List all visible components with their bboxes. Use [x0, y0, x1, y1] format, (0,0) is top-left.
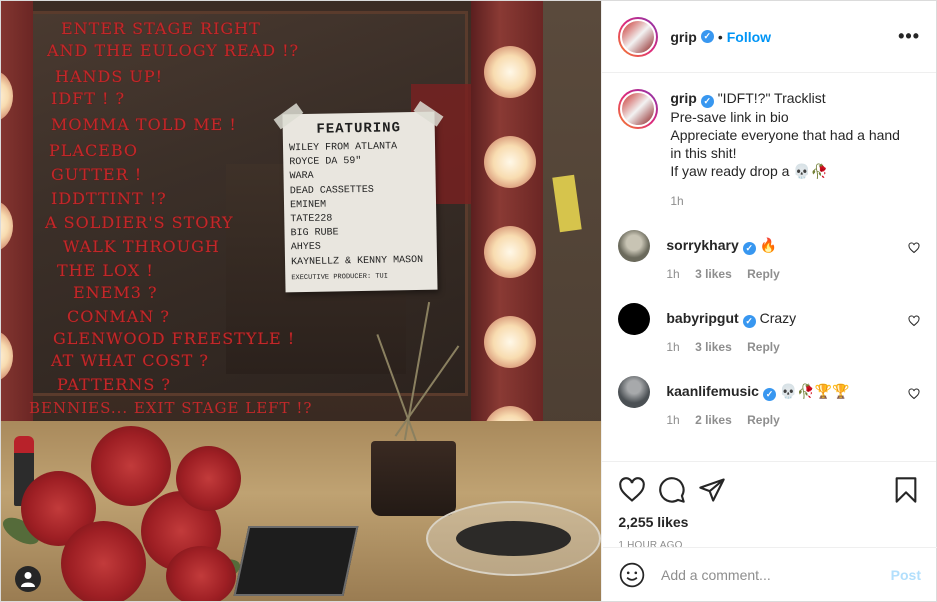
plant-pot [371, 441, 456, 516]
track-title: ENTER STAGE RIGHT [61, 19, 261, 38]
vanity-bulb [484, 46, 536, 98]
executive-producer: EXECUTIVE PRODUCER: TUI [291, 272, 388, 283]
user-icon [21, 572, 35, 587]
exit-text: BENNIES... EXIT STAGE LEFT !? [29, 399, 313, 417]
more-dots-icon[interactable]: ••• [898, 26, 920, 47]
verified-badge-icon: ✓ [700, 30, 714, 43]
vanity-bulb [484, 136, 536, 188]
caption-time[interactable]: 1h [670, 192, 900, 210]
verified-badge-icon: ✓ [762, 388, 776, 401]
comment-text: 💀🥀🏆🏆 [779, 383, 850, 399]
post-image[interactable]: ENTER STAGE RIGHT AND THE EULOGY READ !?… [1, 1, 602, 601]
rose [166, 546, 236, 601]
track-title: HANDS UP! [55, 67, 164, 86]
comment-likes[interactable]: 2 likes [695, 413, 732, 427]
rose [61, 521, 146, 601]
comment-text: 🔥 [759, 237, 778, 253]
featured-artist: KAYNELLZ & KENNY MASON [290, 254, 424, 268]
vanity-bulb [484, 226, 536, 278]
rose [176, 446, 241, 511]
caption-line: Appreciate everyone that had a hand [670, 127, 900, 143]
track-title: MOMMA TOLD ME ! [51, 115, 237, 134]
caption-line: "IDFT!?" Tracklist [717, 90, 826, 106]
verified-badge-icon: ✓ [742, 242, 756, 255]
featuring-sheet: FEATURING WILEY FROM ATLANTA ROYCE DA 59… [273, 100, 444, 293]
caption-username[interactable]: grip [670, 90, 696, 106]
emoji-smiley-icon[interactable] [619, 562, 645, 588]
reply-button[interactable]: Reply [747, 267, 780, 281]
share-paper-plane-icon[interactable] [698, 476, 726, 504]
post-viewer: ENTER STAGE RIGHT AND THE EULOGY READ !?… [0, 0, 937, 602]
track-title: PLACEBO [49, 141, 139, 160]
comment-bubble-icon[interactable] [658, 476, 686, 504]
caption-line: If yaw ready drop a 💀🥀 [670, 163, 829, 179]
commenter-username[interactable]: babyripgut [666, 310, 738, 326]
track-title: GLENWOOD FREESTYLE ! [53, 329, 296, 348]
save-bookmark-icon[interactable] [892, 476, 920, 504]
verified-badge-icon: ✓ [742, 315, 756, 328]
track-title: PATTERNS ? [57, 375, 171, 394]
commenter-avatar[interactable] [618, 376, 651, 408]
post-comment-button[interactable]: Post [891, 567, 921, 583]
book [233, 526, 359, 596]
comment-input[interactable]: Add a comment... [661, 567, 771, 583]
follow-button[interactable]: Follow [727, 29, 771, 45]
commenter-username[interactable]: sorrykhary [666, 237, 738, 253]
tagged-users-button[interactable] [15, 566, 41, 592]
comment-time[interactable]: 1h [666, 340, 679, 354]
comments-list[interactable]: grip ✓ "IDFT!?" Tracklist Pre-save link i… [602, 73, 936, 461]
caption-line: in this shit! [670, 145, 737, 161]
track-title: CONMAN ? [67, 307, 170, 326]
track-title: WALK THROUGH [63, 237, 220, 256]
commenter-username[interactable]: kaanlifemusic [666, 383, 759, 399]
comment-time[interactable]: 1h [666, 413, 679, 427]
author-avatar[interactable] [618, 16, 659, 57]
reply-button[interactable]: Reply [747, 340, 780, 354]
commenter-avatar[interactable] [618, 230, 651, 262]
comment-likes[interactable]: 3 likes [695, 267, 732, 281]
like-count[interactable]: 2,255 likes [618, 514, 920, 530]
featuring-list: WILEY FROM ATLANTA ROYCE DA 59" WARA DEA… [289, 140, 431, 270]
track-title: THE LOX ! [57, 261, 154, 280]
commenter-avatar[interactable] [618, 303, 651, 335]
comment-text: Crazy [759, 310, 797, 326]
track-title: AT WHAT COST ? [51, 351, 209, 370]
track-title: ENEM3 ? [73, 283, 158, 302]
comment: kaanlifemusic ✓ 💀🥀🏆🏆 1h 2 likes Reply [618, 376, 920, 429]
comment: babyripgut ✓ Crazy 1h 3 likes Reply [618, 303, 920, 356]
caption-line: Pre-save link in bio [670, 109, 789, 125]
comment-time[interactable]: 1h [666, 267, 679, 281]
featuring-title: FEATURING [316, 120, 402, 138]
reply-button[interactable]: Reply [747, 413, 780, 427]
track-title: IDFT ! ? [51, 89, 126, 108]
like-comment-icon[interactable] [908, 242, 920, 254]
track-title: GUTTER ! [51, 165, 143, 184]
post-sidebar: grip ✓ • Follow ••• grip ✓ "IDFT!?" Track… [601, 1, 936, 601]
track-title: AND THE EULOGY READ !? [47, 41, 300, 60]
track-title: A SOLDIER'S STORY [45, 213, 234, 232]
verified-badge-icon: ✓ [700, 95, 714, 108]
like-comment-icon[interactable] [908, 315, 920, 327]
like-heart-icon[interactable] [618, 476, 646, 504]
rose [91, 426, 171, 506]
track-title: IDDTTINT !? [51, 189, 167, 208]
like-comment-icon[interactable] [908, 388, 920, 400]
add-comment-bar: Add a comment... Post [603, 547, 937, 602]
comment: sorrykhary ✓ 🔥 1h 3 likes Reply [618, 230, 920, 283]
comment-likes[interactable]: 3 likes [695, 340, 732, 354]
author-username[interactable]: grip [670, 29, 696, 45]
post-header: grip ✓ • Follow ••• [602, 1, 936, 73]
post-caption: grip ✓ "IDFT!?" Tracklist Pre-save link i… [618, 89, 920, 210]
vanity-bulb [484, 316, 536, 368]
author-avatar[interactable] [618, 89, 659, 129]
